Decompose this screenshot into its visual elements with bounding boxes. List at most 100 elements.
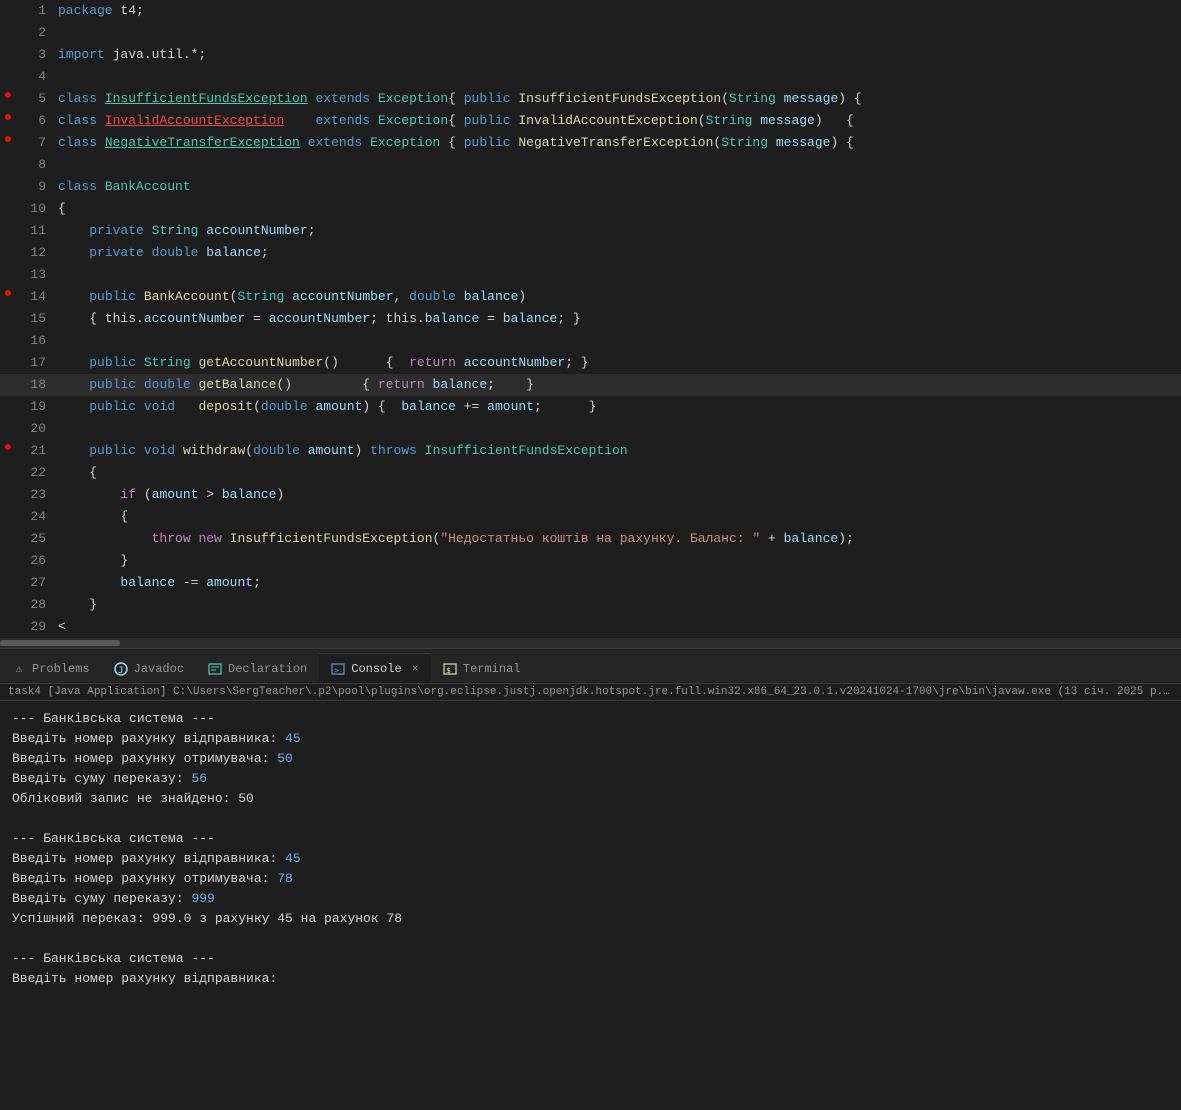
problems-tab-label: Problems bbox=[32, 662, 90, 676]
svg-text:J: J bbox=[118, 666, 123, 676]
code-line: ●14 public BankAccount(String accountNum… bbox=[0, 286, 1181, 308]
line-number: 6 bbox=[16, 110, 54, 132]
code-line: 9class BankAccount bbox=[0, 176, 1181, 198]
line-gutter: ● bbox=[0, 286, 16, 302]
console-label: Введіть суму переказу: bbox=[12, 891, 191, 906]
line-content: package t4; bbox=[54, 0, 1181, 22]
code-line: 17 public String getAccountNumber() { re… bbox=[0, 352, 1181, 374]
console-line: Введіть номер рахунку відправника: 45 bbox=[12, 729, 1169, 749]
console-statusbar: task4 [Java Application] C:\Users\SergTe… bbox=[0, 684, 1181, 701]
console-line: Введіть суму переказу: 999 bbox=[12, 889, 1169, 909]
terminal-tab-label: Terminal bbox=[463, 662, 521, 676]
line-content: class NegativeTransferException extends … bbox=[54, 132, 1181, 154]
console-label: Введіть номер рахунку отримувача: bbox=[12, 871, 277, 886]
console-label: Введіть номер рахунку відправника: bbox=[12, 731, 285, 746]
console-line bbox=[12, 929, 1169, 949]
javadoc-tab-label: Javadoc bbox=[134, 662, 184, 676]
svg-text:$: $ bbox=[446, 666, 451, 675]
line-number: 27 bbox=[16, 572, 54, 594]
console-line: --- Банківська система --- bbox=[12, 709, 1169, 729]
panel-tab-javadoc[interactable]: J Javadoc bbox=[102, 653, 196, 683]
console-line: --- Банківська система --- bbox=[12, 949, 1169, 969]
line-content: if (amount > balance) bbox=[54, 484, 1181, 506]
console-value: 50 bbox=[277, 751, 293, 766]
code-line: 18 public double getBalance() { return b… bbox=[0, 374, 1181, 396]
line-number: 1 bbox=[16, 0, 54, 22]
line-number: 11 bbox=[16, 220, 54, 242]
line-number: 19 bbox=[16, 396, 54, 418]
console-tab-close[interactable]: × bbox=[412, 662, 419, 676]
code-lines: 1package t4;23import java.util.*;4●5clas… bbox=[0, 0, 1181, 638]
line-number: 13 bbox=[16, 264, 54, 286]
terminal-tab-icon: $ bbox=[443, 662, 457, 676]
declaration-tab-icon bbox=[208, 662, 222, 676]
console-output[interactable]: --- Банківська система ---Введіть номер … bbox=[0, 701, 1181, 1110]
console-label: Введіть суму переказу: bbox=[12, 771, 191, 786]
code-line: 10{ bbox=[0, 198, 1181, 220]
console-line: Успішний переказ: 999.0 з рахунку 45 на … bbox=[12, 909, 1169, 929]
line-number: 24 bbox=[16, 506, 54, 528]
console-value: 78 bbox=[277, 871, 293, 886]
line-content: { bbox=[54, 198, 1181, 220]
declaration-tab-label: Declaration bbox=[228, 662, 307, 676]
code-line: 8 bbox=[0, 154, 1181, 176]
scrollbar-thumb[interactable] bbox=[0, 640, 120, 646]
javadoc-tab-icon: J bbox=[114, 662, 128, 676]
code-line: ●5class InsufficientFundsException exten… bbox=[0, 88, 1181, 110]
console-line: Введіть номер рахунку відправника: 45 bbox=[12, 849, 1169, 869]
console-line bbox=[12, 809, 1169, 829]
line-number: 18 bbox=[16, 374, 54, 396]
console-label: Введіть номер рахунку отримувача: bbox=[12, 751, 277, 766]
line-number: 2 bbox=[16, 22, 54, 44]
panel-tab-terminal[interactable]: $ Terminal bbox=[431, 653, 533, 683]
code-line: 13 bbox=[0, 264, 1181, 286]
line-gutter: ● bbox=[0, 88, 16, 104]
panel-tab-problems[interactable]: ⚠Problems bbox=[0, 653, 102, 683]
line-number: 25 bbox=[16, 528, 54, 550]
line-number: 14 bbox=[16, 286, 54, 308]
console-label: Введіть номер рахунку відправника: bbox=[12, 971, 277, 986]
line-number: 5 bbox=[16, 88, 54, 110]
line-number: 17 bbox=[16, 352, 54, 374]
line-content: import java.util.*; bbox=[54, 44, 1181, 66]
line-number: 10 bbox=[16, 198, 54, 220]
console-value: 999 bbox=[191, 891, 214, 906]
code-line: 27 balance -= amount; bbox=[0, 572, 1181, 594]
code-line: 24 { bbox=[0, 506, 1181, 528]
line-number: 15 bbox=[16, 308, 54, 330]
line-content: { this.accountNumber = accountNumber; th… bbox=[54, 308, 1181, 330]
console-value: 45 bbox=[285, 851, 301, 866]
line-number: 7 bbox=[16, 132, 54, 154]
line-content: public void deposit(double amount) { bal… bbox=[54, 396, 1181, 418]
console-line: Введіть номер рахунку отримувача: 78 bbox=[12, 869, 1169, 889]
line-number: 16 bbox=[16, 330, 54, 352]
line-gutter: ● bbox=[0, 440, 16, 456]
console-label: Введіть номер рахунку відправника: bbox=[12, 851, 285, 866]
line-number: 8 bbox=[16, 154, 54, 176]
console-value: 45 bbox=[285, 731, 301, 746]
console-line: Введіть номер рахунку отримувача: 50 bbox=[12, 749, 1169, 769]
panel-tabs: ⚠Problems J Javadoc Declaration >_Console× $ T… bbox=[0, 649, 1181, 684]
code-line: ●21 public void withdraw(double amount) … bbox=[0, 440, 1181, 462]
line-number: 21 bbox=[16, 440, 54, 462]
panel-tab-console[interactable]: >_Console× bbox=[319, 653, 431, 683]
line-number: 28 bbox=[16, 594, 54, 616]
line-content: } bbox=[54, 550, 1181, 572]
line-number: 29 bbox=[16, 616, 54, 638]
horizontal-scrollbar[interactable] bbox=[0, 638, 1181, 648]
line-content: class InvalidAccountException extends Ex… bbox=[54, 110, 1181, 132]
code-line: 16 bbox=[0, 330, 1181, 352]
line-number: 22 bbox=[16, 462, 54, 484]
line-content: < bbox=[54, 616, 1181, 638]
code-line: 29< bbox=[0, 616, 1181, 638]
console-tab-icon: >_ bbox=[331, 662, 345, 676]
code-line: 4 bbox=[0, 66, 1181, 88]
line-content: throw new InsufficientFundsException("Не… bbox=[54, 528, 1181, 550]
code-line: 26 } bbox=[0, 550, 1181, 572]
code-line: 19 public void deposit(double amount) { … bbox=[0, 396, 1181, 418]
line-content: balance -= amount; bbox=[54, 572, 1181, 594]
code-line: 11 private String accountNumber; bbox=[0, 220, 1181, 242]
code-line: ●7class NegativeTransferException extend… bbox=[0, 132, 1181, 154]
panel-tab-declaration[interactable]: Declaration bbox=[196, 653, 319, 683]
code-editor: 1package t4;23import java.util.*;4●5clas… bbox=[0, 0, 1181, 648]
